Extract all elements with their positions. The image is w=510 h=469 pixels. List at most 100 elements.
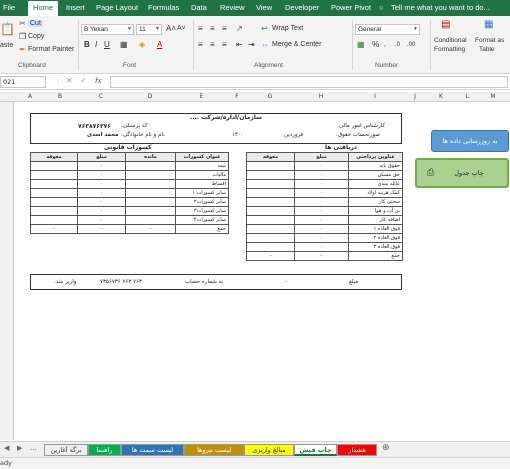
name-box[interactable]: 021 [0,76,46,88]
tab-formulas[interactable]: Formulas [148,3,179,12]
merge-center-icon[interactable]: ⇔ [261,40,269,50]
tab-file[interactable]: File [3,3,15,12]
tab-view[interactable]: View [256,3,272,12]
indent-decrease-icon[interactable]: ⇤ [236,40,243,50]
format-painter-button[interactable]: Format Painter [28,46,74,53]
formula-input[interactable] [110,76,508,88]
align-top-icon[interactable]: ≡ [198,24,203,34]
column-header[interactable]: C [77,93,125,100]
table-cell[interactable] [246,188,295,198]
font-color-icon[interactable]: A [157,40,162,50]
tab-insert[interactable]: Insert [66,3,85,12]
sheet-tab[interactable]: برگه آغازین [44,444,88,456]
table-cell[interactable] [30,188,78,198]
indent-increase-icon[interactable]: ⇥ [248,40,255,50]
table-cell[interactable] [246,242,295,252]
comma-style-icon[interactable]: , [384,40,386,50]
tell-me-box[interactable]: Tell me what you want to do... [391,3,490,12]
table-cell[interactable] [246,179,295,189]
table-cell[interactable] [30,206,78,216]
tab-data[interactable]: Data [191,3,207,12]
sheet-tab[interactable]: راهنما [88,444,121,456]
align-middle-icon[interactable]: ≡ [210,24,215,34]
table-cell[interactable] [30,170,78,180]
table-cell[interactable] [30,197,78,207]
column-header[interactable]: I [348,93,402,100]
table-cell[interactable] [30,179,78,189]
table-cell[interactable] [246,170,295,180]
table-cell[interactable] [246,206,295,216]
update-data-button[interactable]: به روزرسانی داده ها [431,130,509,152]
next-sheet-icon[interactable]: ▶ [17,444,22,452]
font-size-select[interactable]: 11 ▼ [136,24,162,35]
format-as-table-icon[interactable]: ▦ [484,20,493,30]
align-center-icon[interactable]: ≡ [210,40,215,50]
sheet-tab[interactable]: لیست سمت ها [121,444,184,456]
wrap-text-button[interactable]: Wrap Text [272,25,303,32]
conditional-formatting-icon[interactable]: ▤ [441,20,450,30]
shrink-font-icon[interactable]: A˅ [177,24,186,34]
tab-developer[interactable]: Developer [285,3,319,12]
sheet-tab[interactable]: مبالغ واریزی [244,444,294,456]
wrap-text-icon[interactable]: ↩ [261,24,268,34]
grow-font-icon[interactable]: A˄ [166,24,176,34]
table-cell[interactable] [30,215,78,225]
currency-icon[interactable]: ▦ [357,40,365,50]
sheet-tab[interactable]: چاپ فیش [294,444,337,456]
copy-button[interactable]: Copy [28,33,44,40]
merge-center-button[interactable]: Merge & Center [272,41,321,48]
increase-decimal-icon[interactable]: .0 [395,40,400,50]
more-sheets-icon[interactable]: … [30,444,37,452]
italic-icon[interactable]: I [95,40,97,50]
column-header[interactable]: L [454,93,480,100]
table-cell[interactable] [125,170,176,180]
format-as-table-button-line2[interactable]: Table [479,46,495,53]
copy-icon[interactable]: ❐ [19,32,26,42]
enter-icon[interactable]: ✓ [80,76,87,85]
column-header[interactable]: J [402,93,428,100]
underline-icon[interactable]: U [104,40,110,50]
paste-icon[interactable]: 📋 [0,23,15,35]
borders-icon[interactable]: ▦ [120,40,128,50]
table-cell[interactable] [125,206,176,216]
column-header[interactable]: K [428,93,454,100]
column-header[interactable]: A [17,93,43,100]
align-right-icon[interactable]: ≡ [222,40,227,50]
bold-icon[interactable]: B [84,40,90,50]
sheet-tab[interactable]: لیست نیروها [184,444,244,456]
tab-page-layout[interactable]: Page Layout [96,3,138,12]
orientation-icon[interactable]: ↗ [236,24,243,34]
cut-icon[interactable]: ✂ [19,19,26,29]
table-cell[interactable] [246,233,295,243]
number-format-select[interactable]: General ▼ [355,24,420,35]
table-cell[interactable] [125,161,176,171]
table-cell[interactable] [246,197,295,207]
align-bottom-icon[interactable]: ≡ [222,24,227,34]
paste-button[interactable]: aste [0,42,13,49]
column-header[interactable]: G [246,93,294,100]
table-cell[interactable] [30,161,78,171]
column-header[interactable]: D [125,93,175,100]
table-cell[interactable] [125,215,176,225]
prev-sheet-icon[interactable]: ◀ [4,444,9,452]
table-cell[interactable] [246,224,295,234]
cut-button[interactable]: Cut [28,20,43,27]
conditional-formatting-button[interactable]: Conditional [434,37,467,44]
percent-icon[interactable]: % [372,40,379,50]
tab-review[interactable]: Review [220,3,245,12]
column-header[interactable]: M [480,93,506,100]
column-header[interactable]: H [294,93,348,100]
column-header[interactable]: B [43,93,77,100]
column-header[interactable]: F [228,93,246,100]
fx-button[interactable]: fx [95,77,102,85]
add-sheet-icon[interactable]: ⊕ [382,443,390,453]
align-left-icon[interactable]: ≡ [198,40,203,50]
decrease-decimal-icon[interactable]: .00 [407,40,415,50]
tab-home[interactable]: Home [28,1,59,16]
table-cell[interactable] [246,161,295,171]
table-cell[interactable] [246,215,295,225]
tab-power-pivot[interactable]: Power Pivot [331,3,371,12]
format-as-table-button[interactable]: Format as [475,37,504,44]
fill-color-icon[interactable]: ◈ [139,40,145,50]
table-cell[interactable] [125,197,176,207]
